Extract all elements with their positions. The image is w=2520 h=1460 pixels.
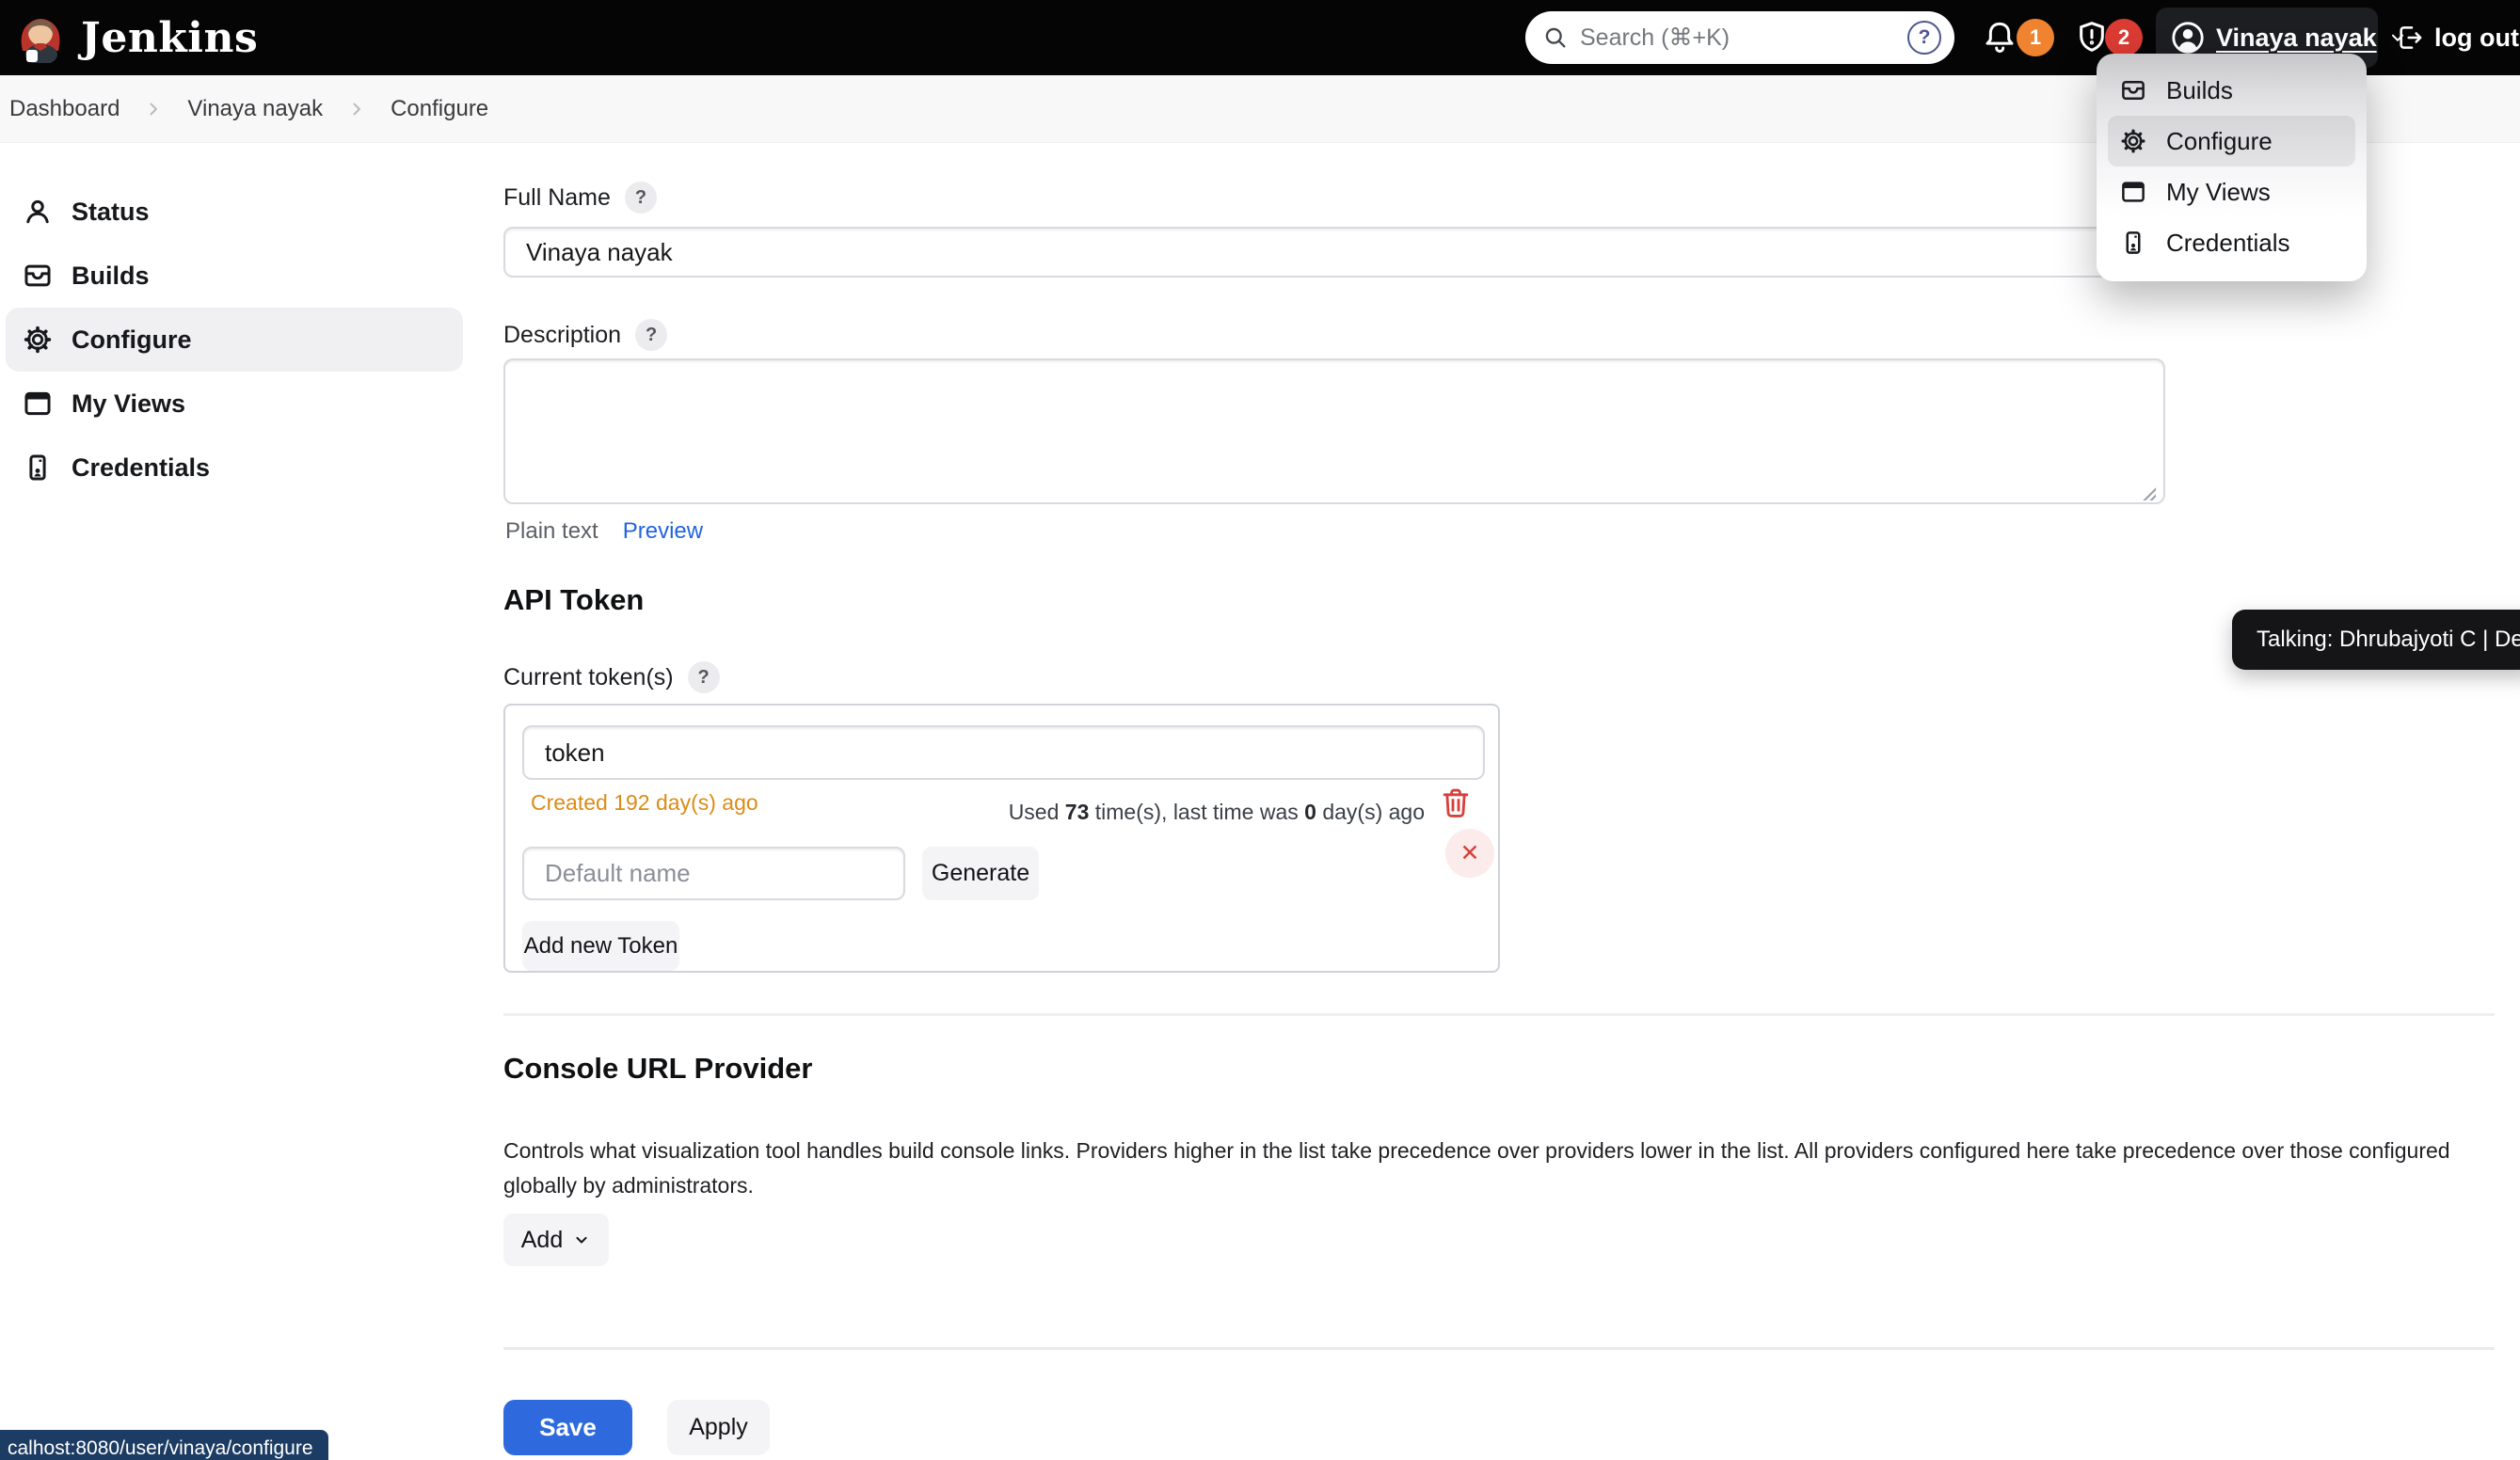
jenkins-butler-logo-icon xyxy=(15,12,66,63)
user-name: Vinaya nayak xyxy=(2216,24,2377,53)
token-name-input[interactable] xyxy=(522,725,1485,780)
trash-icon xyxy=(1438,785,1474,820)
gear-icon xyxy=(2119,127,2147,155)
menu-item-credentials[interactable]: Credentials xyxy=(2108,217,2355,268)
menu-item-label: My Views xyxy=(2166,178,2271,207)
delete-token-button[interactable] xyxy=(1438,785,1474,820)
security-count-badge[interactable]: 2 xyxy=(2105,19,2143,56)
full-name-label: Full Name xyxy=(503,184,611,212)
window-icon xyxy=(2119,178,2147,206)
credentials-card-icon xyxy=(22,452,54,484)
menu-item-label: Configure xyxy=(2166,127,2273,156)
brand-wordmark: Jenkins xyxy=(81,14,258,62)
plain-text-label: Plain text xyxy=(505,518,598,545)
chevron-down-icon xyxy=(572,1230,591,1249)
section-divider xyxy=(503,1013,2495,1016)
sidebar-item-credentials[interactable]: Credentials xyxy=(6,436,463,500)
menu-item-my-views[interactable]: My Views xyxy=(2108,167,2355,217)
save-button[interactable]: Save xyxy=(503,1400,632,1455)
current-tokens-label-row: Current token(s) ? xyxy=(503,661,720,693)
description-label-row: Description ? xyxy=(503,319,667,351)
notification-bell-icon[interactable] xyxy=(1981,19,2018,56)
notification-count-badge[interactable]: 1 xyxy=(2017,19,2054,56)
token-usage-text: Used 73 time(s), last time was 0 day(s) … xyxy=(1009,800,1425,825)
logout-icon xyxy=(2395,23,2425,53)
logout-label: log out xyxy=(2434,24,2519,53)
full-name-input[interactable] xyxy=(503,227,2165,278)
token-created-text: Created 192 day(s) ago xyxy=(531,790,758,816)
help-icon[interactable]: ? xyxy=(688,661,720,693)
console-url-description: Controls what visualization tool handles… xyxy=(503,1134,2498,1203)
main-content: Full Name ? Description ? Plain text Pre… xyxy=(503,143,2498,1460)
sidebar-item-label: My Views xyxy=(72,389,185,419)
menu-item-label: Credentials xyxy=(2166,229,2290,258)
chevron-right-icon xyxy=(347,100,366,119)
search-help-icon[interactable]: ? xyxy=(1907,21,1941,55)
sidebar-item-label: Status xyxy=(72,198,150,227)
menu-item-configure[interactable]: Configure xyxy=(2108,116,2355,167)
user-dropdown-menu: Builds Configure My Views xyxy=(2097,54,2367,281)
description-textarea[interactable] xyxy=(503,358,2165,504)
status-bar-url: calhost:8080/user/vinaya/configure xyxy=(0,1430,328,1460)
sidebar-item-configure[interactable]: Configure xyxy=(6,308,463,372)
menu-item-builds[interactable]: Builds xyxy=(2108,65,2355,116)
search-input[interactable] xyxy=(1580,24,1907,52)
talking-tooltip: Talking: Dhrubajyoti C | DevRel En... xyxy=(2232,610,2520,670)
new-token-name-input[interactable] xyxy=(522,847,905,900)
description-mode-row: Plain text Preview xyxy=(505,518,703,545)
generate-token-button[interactable]: Generate xyxy=(922,847,1039,900)
menu-item-label: Builds xyxy=(2166,76,2233,105)
credentials-card-icon xyxy=(2119,229,2147,257)
cancel-token-button[interactable]: ✕ xyxy=(1445,829,1494,878)
sidebar-item-status[interactable]: Status xyxy=(6,180,463,244)
current-tokens-label: Current token(s) xyxy=(503,664,674,691)
jenkins-brand[interactable]: Jenkins xyxy=(15,0,258,75)
help-icon[interactable]: ? xyxy=(635,319,667,351)
person-icon xyxy=(22,196,54,228)
sidebar-item-label: Builds xyxy=(72,262,150,291)
breadcrumb-user[interactable]: Vinaya nayak xyxy=(187,96,323,122)
sidebar-item-label: Credentials xyxy=(72,453,210,483)
sidebar-item-my-views[interactable]: My Views xyxy=(6,372,463,436)
footer-divider xyxy=(503,1347,2495,1350)
preview-link[interactable]: Preview xyxy=(623,518,703,545)
sidebar-item-label: Configure xyxy=(72,325,192,355)
full-name-label-row: Full Name ? xyxy=(503,182,657,214)
api-token-heading: API Token xyxy=(503,583,644,617)
apply-button[interactable]: Apply xyxy=(667,1400,770,1455)
add-provider-button[interactable]: Add xyxy=(503,1214,609,1266)
add-new-token-button[interactable]: Add new Token xyxy=(522,921,679,971)
add-provider-label: Add xyxy=(521,1227,563,1254)
chevron-right-icon xyxy=(144,100,163,119)
jenkins-user-configure-page: Jenkins ? 1 2 xyxy=(0,0,2520,1460)
avatar-icon xyxy=(2170,20,2206,56)
breadcrumb-configure[interactable]: Configure xyxy=(391,96,488,122)
logout-button[interactable]: log out xyxy=(2395,0,2519,75)
search-icon xyxy=(1542,24,1569,51)
sidebar-item-builds[interactable]: Builds xyxy=(6,244,463,308)
window-icon xyxy=(22,388,54,420)
help-icon[interactable]: ? xyxy=(625,182,657,214)
sidebar: Status Builds Configure My Views xyxy=(0,143,471,500)
gear-icon xyxy=(22,324,54,356)
breadcrumb-dashboard[interactable]: Dashboard xyxy=(9,96,120,122)
builds-icon xyxy=(22,260,54,292)
token-box: Created 192 day(s) ago Used 73 time(s), … xyxy=(503,704,1500,973)
console-url-heading: Console URL Provider xyxy=(503,1052,812,1086)
description-label: Description xyxy=(503,322,621,349)
search-box[interactable]: ? xyxy=(1525,11,1954,64)
builds-icon xyxy=(2119,76,2147,104)
